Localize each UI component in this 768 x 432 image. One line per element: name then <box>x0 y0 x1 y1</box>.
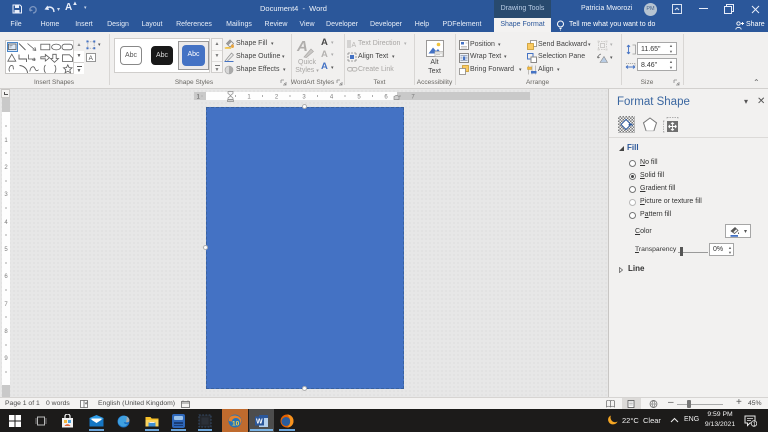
svg-text:8: 8 <box>4 329 8 335</box>
svg-text:10: 10 <box>232 421 240 428</box>
svg-text:2: 2 <box>4 165 8 171</box>
svg-text:9: 9 <box>4 356 8 362</box>
svg-text:4: 4 <box>330 95 334 101</box>
svg-text:W: W <box>256 419 263 426</box>
svg-text:3: 3 <box>4 192 8 198</box>
svg-text:4: 4 <box>4 220 8 226</box>
svg-text:6: 6 <box>4 274 8 280</box>
svg-text:1: 1 <box>197 95 201 101</box>
svg-text:5: 5 <box>357 95 361 101</box>
svg-text:1: 1 <box>4 138 8 144</box>
svg-text:2: 2 <box>275 95 279 101</box>
svg-text:A: A <box>352 42 357 49</box>
svg-text:6: 6 <box>384 95 388 101</box>
svg-text:7: 7 <box>4 302 8 308</box>
svg-text:3: 3 <box>302 95 306 101</box>
svg-text:5: 5 <box>4 247 8 253</box>
svg-text:7: 7 <box>411 95 415 101</box>
svg-text:1: 1 <box>247 95 251 101</box>
